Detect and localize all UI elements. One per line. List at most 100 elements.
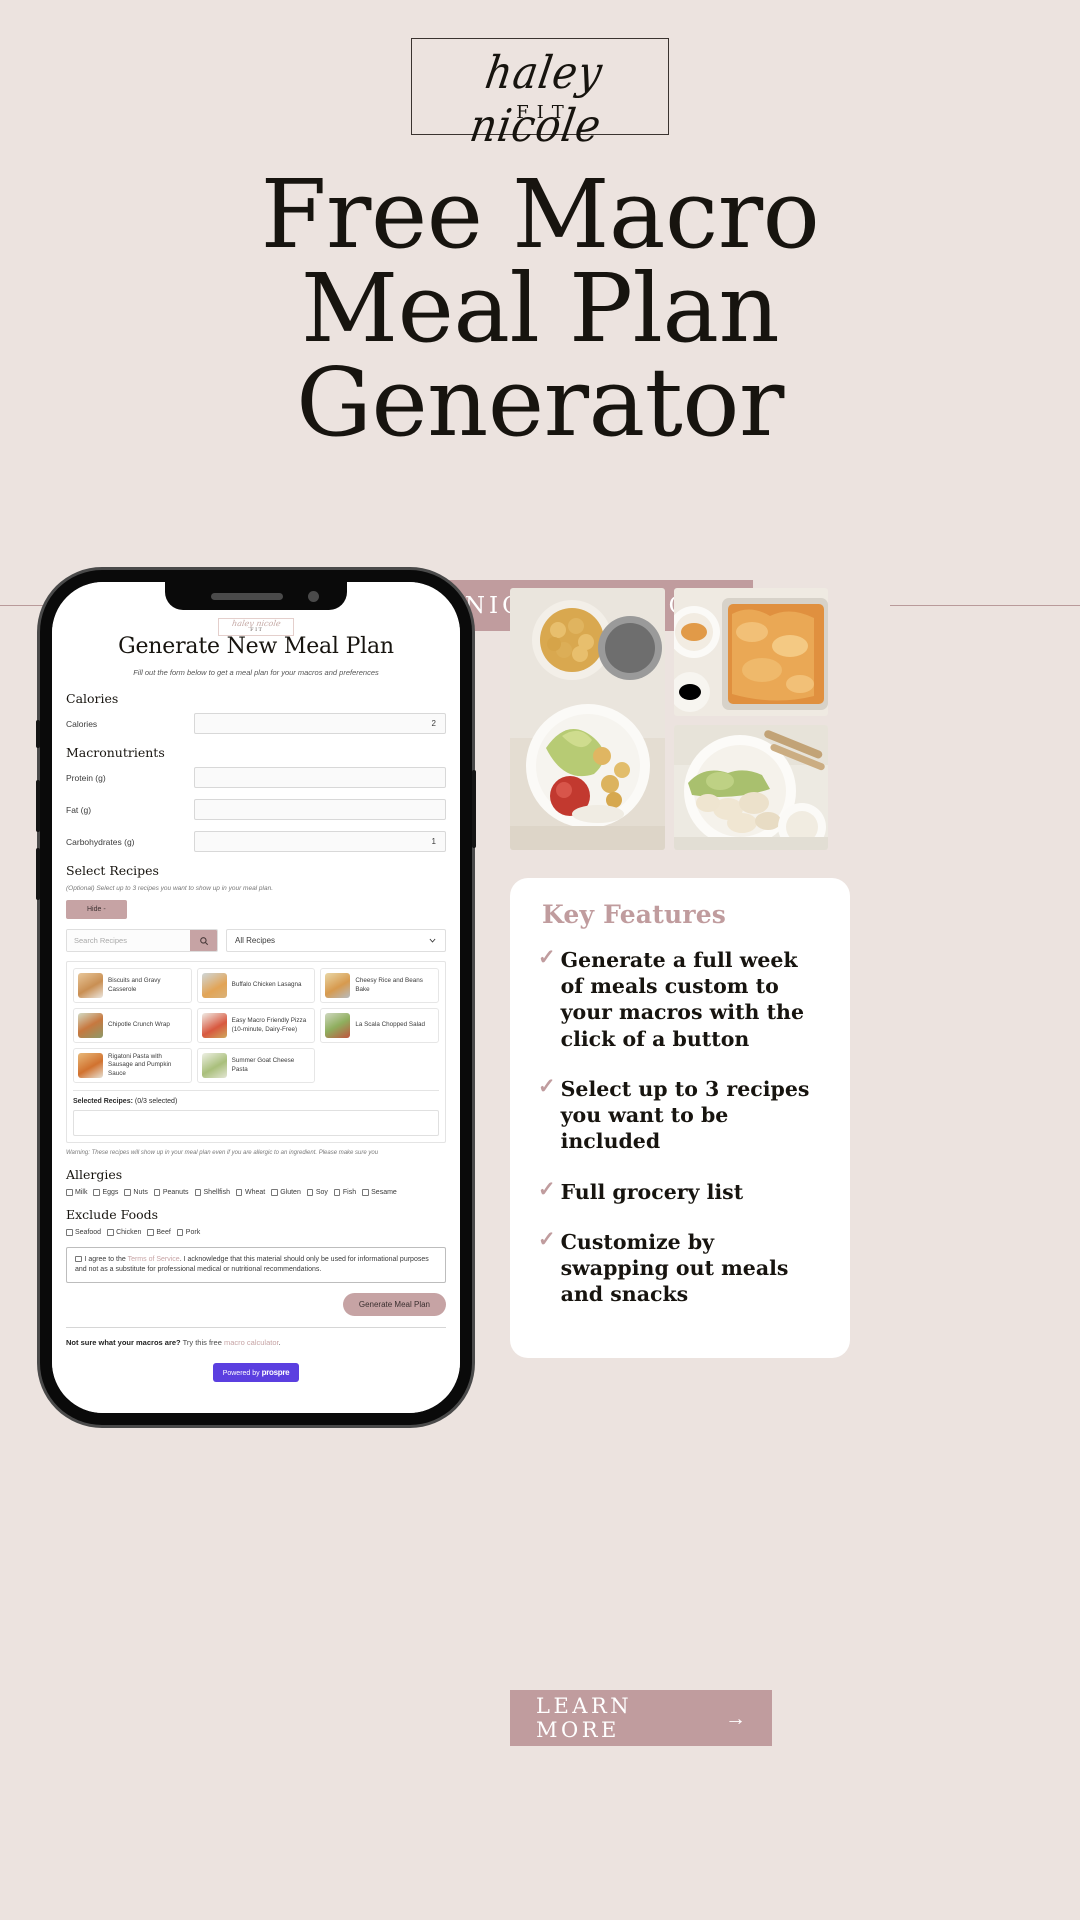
brand-script-name: haley nicole: [466, 46, 607, 152]
exclude-foods-section-heading: Exclude Foods: [66, 1207, 159, 1222]
macro-calculator-link[interactable]: macro calculator: [224, 1338, 279, 1347]
terms-of-service-box[interactable]: I agree to the Terms of Service. I ackno…: [66, 1247, 446, 1284]
allergy-label: Wheat: [244, 1189, 266, 1196]
key-feature-item: ✓ Full grocery list: [538, 1178, 824, 1205]
phone-volume-up-button[interactable]: [36, 780, 40, 832]
checkbox-icon: [235, 1189, 243, 1196]
recipe-card[interactable]: La Scala Chopped Salad: [320, 1008, 439, 1043]
recipe-thumbnail: [325, 1013, 351, 1038]
key-feature-text: Select up to 3 recipes you want to be in…: [560, 1076, 810, 1154]
allergy-label: Eggs: [102, 1189, 119, 1196]
exclude-label: Seafood: [75, 1229, 102, 1236]
key-features-list: ✓ Generate a full week of meals custom t…: [510, 929, 850, 1308]
selected-recipes-title: Selected Recipes: (0/3 selected): [73, 1098, 439, 1105]
selected-recipes-dropzone[interactable]: [73, 1110, 439, 1136]
checkbox-icon[interactable]: [75, 1255, 82, 1262]
meal-plan-form: Calories Calories 2 Macronutrients Prote…: [52, 691, 460, 1394]
allergy-checkbox-sesame[interactable]: Sesame: [362, 1189, 397, 1196]
exclude-checkbox-chicken[interactable]: Chicken: [107, 1229, 141, 1236]
powered-by-prospre-badge[interactable]: Powered by prospre: [212, 1363, 300, 1383]
selected-recipes-strip: Selected Recipes: (0/3 selected): [73, 1090, 439, 1136]
allergy-checkbox-gluten[interactable]: Gluten: [271, 1189, 301, 1196]
allergy-checkbox-wheat[interactable]: Wheat: [235, 1189, 266, 1196]
allergies-section-heading: Allergies: [66, 1167, 123, 1182]
allergy-label: Milk: [75, 1189, 88, 1196]
recipe-card[interactable]: Biscuits and Gravy Casserole: [73, 968, 192, 1003]
terms-of-service-link[interactable]: Terms of Service: [128, 1256, 180, 1263]
recipe-card[interactable]: Summer Goat Cheese Pasta: [196, 1048, 316, 1083]
recipe-filter-select[interactable]: All Recipes: [226, 929, 446, 952]
allergy-checkbox-nuts[interactable]: Nuts: [124, 1189, 148, 1196]
phone-volume-down-button[interactable]: [36, 848, 40, 900]
protein-input[interactable]: [194, 767, 446, 788]
checkbox-icon: [333, 1189, 341, 1196]
phone-mute-button[interactable]: [36, 720, 40, 748]
divider-line-right: [890, 605, 1080, 606]
title-line-1: Free Macro: [260, 160, 820, 270]
allergies-checkbox-row: Milk Eggs Nuts Peanuts Shellfish Wheat G…: [66, 1189, 446, 1196]
recipe-thumbnail: [78, 973, 103, 998]
field-protein: Protein (g): [66, 767, 446, 788]
macros-section-heading: Macronutrients: [66, 745, 165, 760]
recipe-card[interactable]: Cheesy Rice and Beans Bake: [320, 968, 439, 1003]
allergy-checkbox-milk[interactable]: Milk: [66, 1189, 87, 1196]
recipes-optional-note: (Optional) Select up to 3 recipes you wa…: [66, 885, 274, 892]
food-photo-chickpea-salad-bowl: [510, 588, 665, 850]
calories-section-heading: Calories: [66, 691, 119, 706]
exclude-checkbox-beef[interactable]: Beef: [147, 1229, 171, 1236]
earpiece-speaker-icon: [211, 593, 283, 600]
recipe-card[interactable]: Chipotle Crunch Wrap: [73, 1008, 192, 1043]
recipe-picker-panel: Biscuits and Gravy Casserole Buffalo Chi…: [66, 961, 446, 1143]
exclude-label: Pork: [185, 1229, 201, 1236]
checkbox-icon: [306, 1189, 314, 1196]
powered-by-row: Powered by prospre: [66, 1363, 446, 1394]
allergy-checkbox-fish[interactable]: Fish: [333, 1189, 356, 1196]
calories-input[interactable]: 2: [194, 713, 446, 734]
hide-recipes-button[interactable]: Hide -: [66, 900, 127, 919]
phone-notch: [165, 582, 347, 610]
recipe-card[interactable]: Easy Macro Friendly Pizza (10-minute, Da…: [196, 1008, 316, 1043]
checkbox-icon: [271, 1189, 278, 1196]
recipe-name: Chipotle Crunch Wrap: [108, 1021, 170, 1029]
phone-power-button[interactable]: [472, 770, 476, 848]
recipe-card[interactable]: Buffalo Chicken Lasagna: [196, 968, 316, 1003]
key-feature-text: Generate a full week of meals custom to …: [560, 948, 805, 1051]
allergy-checkbox-shellfish[interactable]: Shellfish: [194, 1189, 230, 1196]
search-submit-button[interactable]: [190, 930, 217, 951]
allergy-checkbox-soy[interactable]: Soy: [306, 1189, 328, 1196]
key-feature-text: Full grocery list: [560, 1179, 744, 1204]
allergy-label: Soy: [315, 1189, 328, 1196]
learn-more-button[interactable]: LEARN MORE →: [510, 1690, 772, 1746]
field-carbs: Carbohydrates (g) 1: [66, 831, 446, 852]
field-label-carbs: Carbohydrates (g): [66, 836, 135, 847]
recipe-name: Summer Goat Cheese Pasta: [231, 1057, 295, 1073]
search-recipes-input[interactable]: Search Recipes: [67, 930, 190, 951]
prospre-brand: prospre: [261, 1368, 290, 1378]
check-icon: ✓: [538, 1074, 556, 1098]
app-logo-script: haley nicole: [231, 619, 282, 628]
recipe-search-box[interactable]: Search Recipes: [66, 929, 218, 952]
fat-input[interactable]: [194, 799, 446, 820]
chevron-down-icon: [429, 938, 436, 943]
exclude-checkbox-pork[interactable]: Pork: [176, 1229, 201, 1236]
key-features-title: Key Features: [542, 900, 727, 929]
recipe-name: Biscuits and Gravy Casserole: [108, 977, 161, 993]
recipe-card[interactable]: Rigatoni Pasta with Sausage and Pumpkin …: [73, 1048, 192, 1083]
exclude-checkbox-seafood[interactable]: Seafood: [66, 1229, 101, 1236]
recipe-allergy-warning: Warning: These recipes will show up in y…: [66, 1150, 379, 1156]
checkbox-icon: [362, 1189, 369, 1196]
phone-mockup: haley nicole FIT Generate New Meal Plan …: [36, 570, 476, 1425]
carbohydrates-input[interactable]: 1: [194, 831, 446, 852]
recipe-filter-value: All Recipes: [235, 936, 276, 945]
food-photo-lasagna-bake: [674, 588, 828, 716]
search-icon: [199, 936, 208, 945]
checkbox-icon: [93, 1189, 100, 1196]
allergy-checkbox-eggs[interactable]: Eggs: [93, 1189, 118, 1196]
recipe-thumbnail: [78, 1053, 103, 1078]
footer-text: Try this free: [180, 1338, 224, 1348]
generate-meal-plan-button[interactable]: Generate Meal Plan: [342, 1293, 446, 1317]
recipe-thumbnail: [325, 973, 351, 998]
allergy-checkbox-peanuts[interactable]: Peanuts: [153, 1189, 189, 1196]
allergy-label: Sesame: [371, 1189, 397, 1196]
check-icon: ✓: [538, 946, 556, 969]
